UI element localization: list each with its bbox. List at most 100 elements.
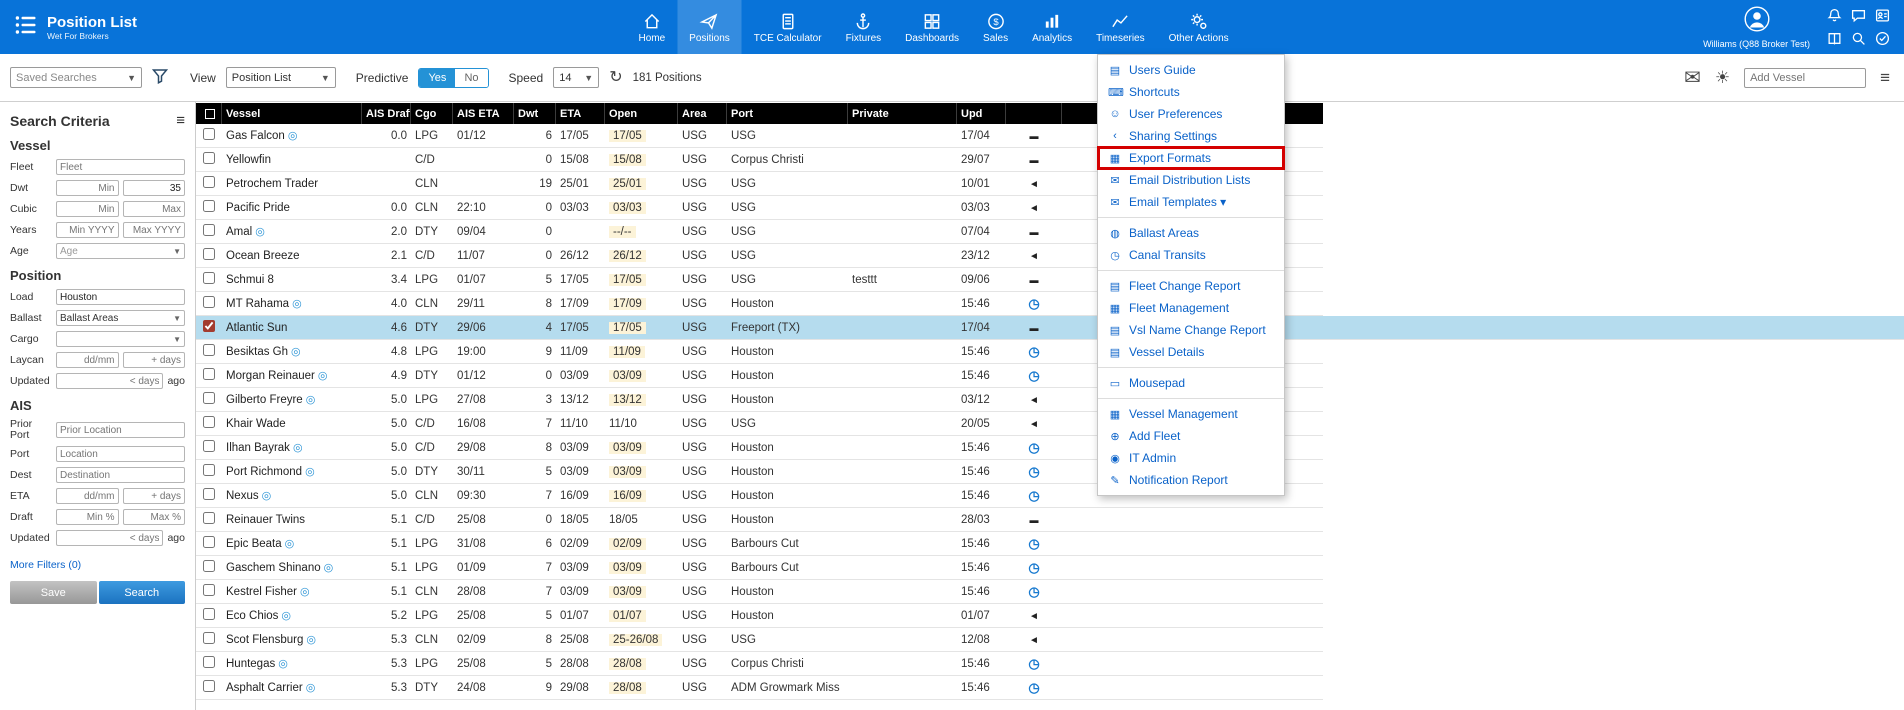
vessel-info-icon[interactable]: ◎ [305, 466, 315, 478]
open-date-link[interactable]: 17/09 [609, 298, 646, 310]
row-checkbox[interactable] [203, 440, 215, 452]
years-input[interactable] [123, 222, 186, 238]
menu-icon[interactable]: ≡ [1880, 69, 1890, 86]
menu-item-canal-transits[interactable]: ◷Canal Transits [1098, 244, 1284, 266]
row-checkbox[interactable] [203, 488, 215, 500]
vessel-info-icon[interactable]: ◎ [292, 298, 302, 310]
nav-other-actions[interactable]: Other Actions [1157, 0, 1241, 54]
menu-item-sharing-settings[interactable]: ‹Sharing Settings [1098, 125, 1284, 147]
row-checkbox[interactable] [203, 512, 215, 524]
vessel-info-icon[interactable]: ◎ [306, 634, 316, 646]
cubic-input[interactable] [56, 201, 119, 217]
open-date-link[interactable]: 16/09 [609, 490, 646, 502]
row-checkbox[interactable] [203, 608, 215, 620]
app-brand[interactable]: Position List Wet For Brokers [0, 13, 151, 42]
updated-input[interactable] [56, 373, 163, 389]
table-row[interactable]: Eco Chios◎5.2LPG25/08501/0701/07USGHoust… [196, 604, 1323, 628]
more-filters-link[interactable]: More Filters (0) [10, 559, 81, 571]
table-row[interactable]: Huntegas◎5.3LPG25/08528/0828/08USGCorpus… [196, 652, 1323, 676]
row-checkbox[interactable] [203, 560, 215, 572]
column-header-check[interactable] [196, 103, 222, 124]
column-header-private[interactable]: Private [848, 103, 957, 124]
column-header-port[interactable]: Port [727, 103, 848, 124]
row-checkbox[interactable] [203, 200, 215, 212]
open-date-link[interactable]: 15/08 [609, 154, 646, 166]
vessel-info-icon[interactable]: ◎ [324, 562, 334, 574]
column-header-open[interactable]: Open [605, 103, 678, 124]
predictive-no-button[interactable]: No [455, 69, 487, 87]
save-button[interactable]: Save [10, 581, 97, 604]
row-checkbox[interactable] [203, 368, 215, 380]
user-cluster[interactable]: Williams (Q88 Broker Test) [1703, 6, 1810, 49]
select-all-checkbox[interactable] [205, 109, 215, 119]
table-row[interactable]: Asphalt Carrier◎5.3DTY24/08929/0828/08US… [196, 676, 1323, 700]
book-icon[interactable] [1824, 29, 1844, 49]
menu-item-user-preferences[interactable]: ☺User Preferences [1098, 103, 1284, 125]
open-date-link[interactable]: 03/03 [609, 202, 646, 214]
menu-item-vsl-name-change-report[interactable]: ▤Vsl Name Change Report [1098, 319, 1284, 341]
open-date-link[interactable]: 03/09 [609, 466, 646, 478]
column-header-cgo[interactable]: Cgo [411, 103, 453, 124]
speed-select[interactable]: 14 ▼ [553, 67, 599, 88]
table-row[interactable]: Kestrel Fisher◎5.1CLN28/08703/0903/09USG… [196, 580, 1323, 604]
cargo-select[interactable]: ▼ [56, 331, 185, 347]
email-icon[interactable]: ✉ [1684, 68, 1701, 88]
open-date-link[interactable]: 25/01 [609, 178, 646, 190]
years-input[interactable] [56, 222, 119, 238]
nav-dashboards[interactable]: Dashboards [893, 0, 971, 54]
fleet-input[interactable] [56, 159, 185, 175]
vessel-info-icon[interactable]: ◎ [318, 370, 328, 382]
bell-icon[interactable] [1824, 6, 1844, 26]
brightness-icon[interactable]: ☀ [1715, 69, 1730, 86]
row-checkbox[interactable] [203, 176, 215, 188]
draft-input[interactable] [123, 509, 186, 525]
view-select[interactable]: Position List ▼ [226, 67, 336, 88]
dwt-input[interactable] [56, 180, 119, 196]
menu-item-notification-report[interactable]: ✎Notification Report [1098, 469, 1284, 491]
prior-port-input[interactable] [56, 422, 185, 438]
menu-item-shortcuts[interactable]: ⌨Shortcuts [1098, 81, 1284, 103]
table-row[interactable]: Epic Beata◎5.1LPG31/08602/0902/09USGBarb… [196, 532, 1323, 556]
table-row[interactable]: Atlantic Sun4.6DTY29/06417/0517/05USGFre… [196, 316, 1904, 340]
row-checkbox[interactable] [203, 224, 215, 236]
port-input[interactable] [56, 446, 185, 462]
vessel-info-icon[interactable]: ◎ [293, 442, 303, 454]
nav-positions[interactable]: Positions [677, 0, 742, 54]
updated-input[interactable] [56, 530, 163, 546]
cubic-input[interactable] [123, 201, 186, 217]
vessel-info-icon[interactable]: ◎ [278, 658, 288, 670]
open-date-link[interactable]: 28/08 [609, 658, 646, 670]
vessel-info-icon[interactable]: ◎ [285, 538, 295, 550]
menu-item-ballast-areas[interactable]: ◍Ballast Areas [1098, 222, 1284, 244]
open-date-link[interactable]: 03/09 [609, 586, 646, 598]
open-date-link[interactable]: 03/09 [609, 370, 646, 382]
predictive-yes-button[interactable]: Yes [419, 69, 455, 87]
eta-input[interactable] [56, 488, 119, 504]
nav-fixtures[interactable]: Fixtures [834, 0, 894, 54]
vessel-info-icon[interactable]: ◎ [306, 394, 316, 406]
refresh-icon[interactable]: ↻ [609, 70, 622, 86]
menu-item-users-guide[interactable]: ▤Users Guide [1098, 59, 1284, 81]
laycan-input[interactable] [56, 352, 119, 368]
row-checkbox[interactable] [203, 272, 215, 284]
row-checkbox[interactable] [203, 680, 215, 692]
open-date-link[interactable]: 28/08 [609, 682, 646, 694]
row-checkbox[interactable] [203, 632, 215, 644]
column-header-dwt[interactable]: Dwt [514, 103, 556, 124]
open-date-link[interactable]: 17/05 [609, 322, 646, 334]
column-header-ais-eta[interactable]: AIS ETA [453, 103, 514, 124]
row-checkbox[interactable] [203, 320, 215, 332]
table-row[interactable]: Reinauer Twins5.1C/D25/08018/0518/05USGH… [196, 508, 1323, 532]
vessel-info-icon[interactable]: ◎ [288, 130, 298, 142]
open-date-link[interactable]: 17/05 [609, 274, 646, 286]
load-input[interactable] [56, 289, 185, 305]
dwt-input[interactable] [123, 180, 186, 196]
menu-item-it-admin[interactable]: ◉IT Admin [1098, 447, 1284, 469]
menu-item-email-distribution-lists[interactable]: ✉Email Distribution Lists [1098, 169, 1284, 191]
eta-input[interactable] [123, 488, 186, 504]
add-vessel-input[interactable] [1744, 68, 1866, 88]
open-date-link[interactable]: 25-26/08 [609, 634, 662, 646]
menu-item-vessel-management[interactable]: ▦Vessel Management [1098, 403, 1284, 425]
table-row[interactable]: Scot Flensburg◎5.3CLN02/09825/0825-26/08… [196, 628, 1323, 652]
vessel-info-icon[interactable]: ◎ [300, 586, 310, 598]
